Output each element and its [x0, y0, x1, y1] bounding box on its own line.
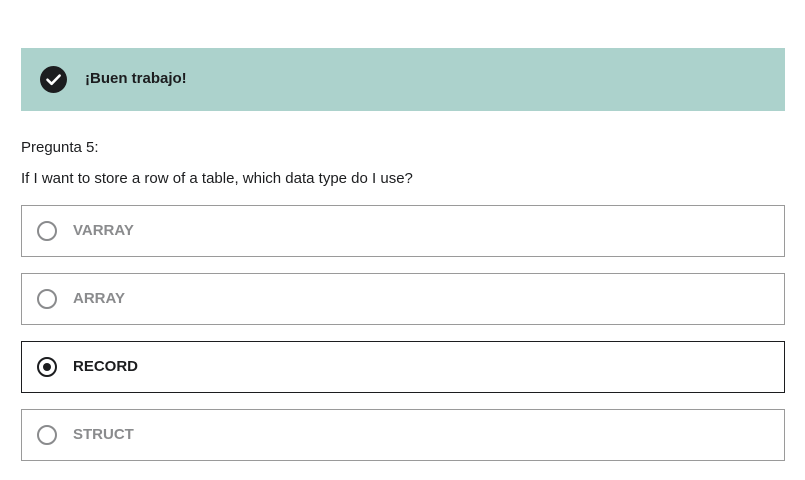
feedback-banner: ¡Buen trabajo!	[21, 48, 785, 111]
question-number: Pregunta 5:	[21, 139, 99, 156]
answer-option-label: VARRAY	[73, 222, 134, 239]
check-circle-icon	[40, 66, 67, 93]
answer-option-label: ARRAY	[73, 290, 125, 307]
answer-option-label: STRUCT	[73, 426, 134, 443]
radio-button[interactable]	[37, 425, 57, 445]
radio-selected-dot	[43, 363, 51, 371]
answer-option-struct[interactable]: STRUCT	[21, 409, 785, 461]
answer-option-array[interactable]: ARRAY	[21, 273, 785, 325]
radio-button[interactable]	[37, 289, 57, 309]
answer-option-record[interactable]: RECORD	[21, 341, 785, 393]
answer-option-varray[interactable]: VARRAY	[21, 205, 785, 257]
radio-button[interactable]	[37, 221, 57, 241]
question-text: If I want to store a row of a table, whi…	[21, 170, 413, 187]
answer-option-label: RECORD	[73, 358, 139, 375]
feedback-message: ¡Buen trabajo!	[85, 70, 187, 87]
radio-button-selected[interactable]	[37, 357, 57, 377]
